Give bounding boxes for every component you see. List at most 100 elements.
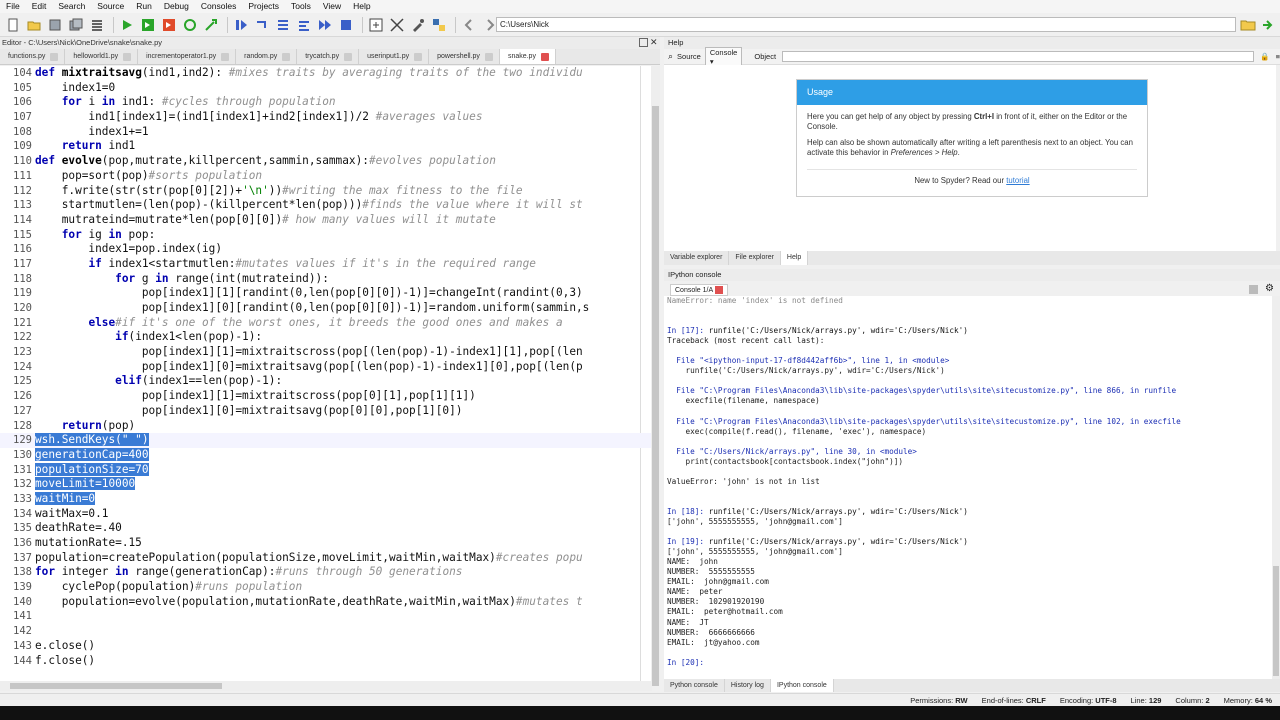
code-line[interactable]: 104 def mixtraitsavg(ind1,ind2): #mixes t… (0, 66, 652, 81)
close-icon[interactable] (714, 286, 723, 295)
close-tab-icon[interactable] (344, 52, 353, 61)
undock-icon[interactable] (639, 38, 648, 47)
tab-ipython-console[interactable]: IPython console (770, 679, 834, 692)
editor-tab[interactable]: snake.py (499, 49, 556, 64)
step-return-icon[interactable] (295, 16, 313, 34)
lock-icon[interactable]: 🔒 (1260, 52, 1269, 61)
code-line[interactable]: 106 for i in ind1: #cycles through popul… (0, 95, 652, 110)
editor-tab[interactable]: incrementoperator1.py (138, 49, 237, 64)
run-selection-icon[interactable] (202, 16, 220, 34)
close-tab-icon[interactable] (50, 52, 59, 61)
code-line[interactable]: 107 ind1[index1]=(ind1[index1]+ind2[inde… (0, 110, 652, 125)
code-line[interactable]: 137 population=createPopulation(populatio… (0, 551, 652, 566)
editor-tab[interactable]: random.py (236, 49, 298, 64)
code-line[interactable]: 135 deathRate=.40 (0, 521, 652, 536)
editor-tab[interactable]: userinput1.py (359, 49, 430, 64)
code-line[interactable]: 133 waitMin=0 (0, 491, 652, 507)
code-line[interactable]: 138 for integer in range(generationCap):#… (0, 565, 652, 580)
code-line[interactable]: 117 if index1<startmutlen:#mutates value… (0, 257, 652, 272)
close-tab-icon[interactable] (484, 52, 493, 61)
code-line[interactable]: 109 return ind1 (0, 139, 652, 154)
code-line[interactable]: 134 waitMax=0.1 (0, 507, 652, 522)
code-line[interactable]: 118 for g in range(int(mutrateind)): (0, 272, 652, 287)
code-line[interactable]: 124 pop[index1][0]=mixtraitsavg(pop[(len… (0, 360, 652, 375)
step-into-icon[interactable] (274, 16, 292, 34)
close-tab-icon[interactable] (282, 52, 291, 61)
code-line[interactable]: 122 if(index1<len(pop)-1): (0, 330, 652, 345)
menu-consoles[interactable]: Consoles (195, 0, 242, 13)
code-line[interactable]: 129 wsh.SendKeys(" ") (0, 433, 652, 448)
scrollbar-thumb[interactable] (10, 683, 222, 689)
tutorial-link[interactable]: tutorial (1006, 176, 1029, 185)
tab-help[interactable]: Help (780, 251, 809, 265)
menu-search[interactable]: Search (52, 0, 91, 13)
close-tab-icon[interactable] (221, 52, 230, 61)
menu-view[interactable]: View (317, 0, 347, 13)
menu-debug[interactable]: Debug (158, 0, 195, 13)
code-line[interactable]: 128 return(pop) (0, 419, 652, 434)
tab-file-explorer[interactable]: File explorer (729, 251, 781, 265)
debug-icon[interactable] (232, 16, 250, 34)
console-tab[interactable]: Console 1/A (670, 284, 728, 296)
code-line[interactable]: 123 pop[index1][1]=mixtraitscross(pop[(l… (0, 345, 652, 360)
maximize-pane-icon[interactable] (367, 16, 385, 34)
rerun-icon[interactable] (181, 16, 199, 34)
menu-source[interactable]: Source (91, 0, 130, 13)
code-line[interactable]: 113 startmutlen=(len(pop)-(killpercent*l… (0, 198, 652, 213)
code-line[interactable]: 141 (0, 609, 652, 624)
editor-vertical-scrollbar[interactable] (651, 66, 660, 686)
browse-folder-icon[interactable] (1240, 17, 1256, 32)
menu-file[interactable]: File (0, 0, 26, 13)
code-line[interactable]: 120 pop[index1][0][randint(0,len(pop[0][… (0, 301, 652, 316)
editor-tab[interactable]: trycatch.py (297, 49, 360, 64)
menu-edit[interactable]: Edit (26, 0, 53, 13)
menu-run[interactable]: Run (130, 0, 158, 13)
code-line[interactable]: 142 (0, 624, 652, 639)
continue-icon[interactable] (316, 16, 334, 34)
code-editor[interactable]: 104 def mixtraitsavg(ind1,ind2): #mixes t… (0, 66, 652, 681)
source-select[interactable]: Console ▾ (704, 46, 743, 67)
menu-projects[interactable]: Projects (242, 0, 285, 13)
options-icon[interactable]: ≡ (1276, 52, 1280, 61)
code-line[interactable]: 121 else#if it's one of the worst ones, … (0, 316, 652, 331)
code-line[interactable]: 127 pop[index1][0]=mixtraitsavg(pop[0][0… (0, 404, 652, 419)
code-line[interactable]: 111 pop=sort(pop)#sorts population (0, 169, 652, 184)
back-icon[interactable] (460, 16, 478, 34)
code-line[interactable]: 115 for ig in pop: (0, 228, 652, 243)
code-line[interactable]: 136 mutationRate=.15 (0, 536, 652, 551)
code-line[interactable]: 119 pop[index1][1][randint(0,len(pop[0][… (0, 286, 652, 301)
fullscreen-icon[interactable] (388, 16, 406, 34)
code-line[interactable]: 110 def evolve(pop,mutrate,killpercent,sa… (0, 154, 652, 169)
editor-tab[interactable]: powershell.py (429, 49, 500, 64)
list-icon[interactable] (88, 16, 106, 34)
preferences-icon[interactable] (409, 16, 427, 34)
code-line[interactable]: 126 pop[index1][1]=mixtraitscross(pop[0]… (0, 389, 652, 404)
close-tab-icon[interactable] (540, 52, 549, 61)
run-cell-icon[interactable] (139, 16, 157, 34)
editor-tab[interactable]: functions.py (0, 49, 66, 64)
close-pane-icon[interactable]: ✕ (650, 38, 659, 47)
close-tab-icon[interactable] (123, 52, 132, 61)
code-line[interactable]: 112 f.write(str(str(pop[0][2])+'\n'))#wr… (0, 184, 652, 199)
interrupt-icon[interactable] (1249, 285, 1258, 294)
run-cell-advance-icon[interactable] (160, 16, 178, 34)
menu-help[interactable]: Help (347, 0, 376, 13)
search-icon[interactable]: ⌕ (668, 51, 673, 62)
code-line[interactable]: 130 generationCap=400 (0, 447, 652, 463)
scrollbar-thumb[interactable] (652, 106, 659, 686)
options-icon[interactable]: ⚙ (1265, 283, 1274, 294)
object-input[interactable] (782, 51, 1255, 62)
editor-tab[interactable]: helloworld1.py (65, 49, 139, 64)
working-directory-input[interactable]: C:\Users\Nick (496, 17, 1236, 32)
tab-python-console[interactable]: Python console (664, 679, 725, 692)
code-line[interactable]: 140 population=evolve(population,mutatio… (0, 595, 652, 610)
save-all-icon[interactable] (67, 16, 85, 34)
run-icon[interactable] (118, 16, 136, 34)
code-line[interactable]: 132 moveLimit=10000 (0, 477, 652, 492)
new-file-icon[interactable] (4, 16, 22, 34)
tab-variable-explorer[interactable]: Variable explorer (664, 251, 730, 265)
code-line[interactable]: 143 e.close() (0, 639, 652, 654)
close-tab-icon[interactable] (414, 52, 423, 61)
menu-tools[interactable]: Tools (285, 0, 317, 13)
code-line[interactable]: 105 index1=0 (0, 81, 652, 96)
